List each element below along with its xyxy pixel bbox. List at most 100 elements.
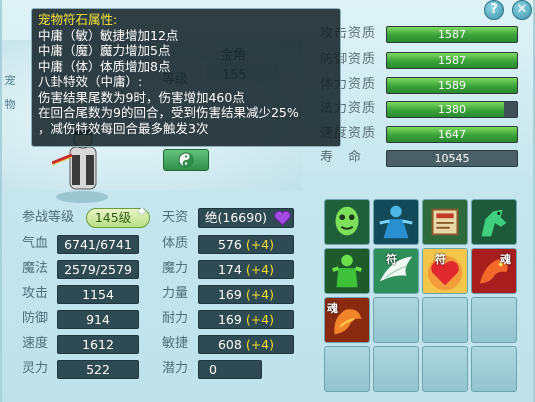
skill-slot[interactable] (422, 199, 468, 245)
close-button[interactable]: ✕ (512, 0, 532, 20)
skill-slot[interactable]: 魂 (324, 297, 370, 343)
magic-bonus: (+4) (245, 262, 275, 277)
wing-icon: ✦ (136, 204, 148, 220)
skill-slot[interactable] (373, 199, 419, 245)
agility-label: 敏捷 (162, 336, 189, 351)
green-ghost-skill-icon (325, 200, 369, 244)
aptitude-value: 1587 (438, 54, 466, 67)
agility-value: 608 (217, 337, 242, 352)
empty-skill-slot[interactable] (373, 346, 419, 392)
aptitude-value: 1589 (438, 79, 466, 92)
yin-yang-icon (178, 152, 194, 168)
pet-attribute-panel: 宠 物 金角 等级 155 ? ✕ 攻击资质 1587 防御资质 1587 体力… (0, 0, 535, 402)
skill-mark: 魂 (500, 253, 511, 266)
green-horse-skill-icon (472, 200, 516, 244)
spirit-value: 522 (57, 360, 139, 379)
constitution-value: 576 (217, 237, 242, 252)
tooltip-effect-1: 伤害结果尾数为9时，伤害增加460点 (38, 89, 245, 105)
spirit-label: 灵力 (22, 361, 49, 376)
speed-value: 1612 (57, 335, 139, 354)
skill-grid: 符 符 魂 魂 (324, 199, 517, 394)
skill-slot[interactable] (324, 248, 370, 294)
heart-icon (274, 210, 291, 226)
aptitude-bar: 1589 (386, 77, 518, 94)
scroll-skill-icon (423, 200, 467, 244)
endurance-box: 169 (+4) (198, 310, 294, 329)
magic-label: 魔力 (162, 261, 189, 276)
aptitude-bar: 1587 (386, 52, 518, 69)
skill-slot[interactable] (471, 199, 517, 245)
rune-attribute-tooltip: 宠物符石属性: 中庸（敏）:敏捷增加12点 中庸（魔）:魔力增加5点 中庸（体）… (31, 8, 341, 147)
skill-slot[interactable]: 符 (422, 248, 468, 294)
mp-label: 魔法 (22, 261, 49, 276)
aptitude-bar: 1647 (386, 126, 518, 143)
aptitude-bar: 1380 (386, 101, 518, 118)
tooltip-effect-2: 在回合尾数为9的回合，受到伤害结果减少25% (38, 105, 299, 120)
strength-box: 169 (+4) (198, 285, 294, 304)
skill-mark: 魂 (327, 302, 338, 315)
help-button[interactable]: ? (484, 0, 504, 20)
tooltip-line-text: 体质增加8点 (100, 58, 171, 74)
magic-box: 174 (+4) (198, 260, 294, 279)
aptitude-value: 1647 (438, 128, 466, 141)
potential-value: 0 (198, 360, 262, 379)
tooltip-line-label: 中庸（敏）: (38, 27, 105, 43)
attack-label: 攻击 (22, 286, 49, 301)
talent-label: 天资 (162, 210, 189, 225)
aptitude-value: 1380 (438, 103, 466, 116)
mp-value: 2579/2579 (57, 260, 139, 279)
empty-skill-slot[interactable] (422, 346, 468, 392)
empty-skill-slot[interactable] (471, 297, 517, 343)
yin-yang-button[interactable] (163, 149, 209, 171)
skill-slot[interactable]: 符 (373, 248, 419, 294)
strength-bonus: (+4) (245, 287, 275, 302)
constitution-box: 576 (+4) (198, 235, 294, 254)
skill-mark: 符 (435, 253, 446, 266)
life-label: 寿 命 (320, 150, 363, 165)
attack-value: 1154 (57, 285, 139, 304)
strength-label: 力量 (162, 286, 189, 301)
aptitude-row-mana: 法力资质 1380 (320, 99, 520, 119)
tooltip-line-label: 中庸（魔）: (38, 43, 105, 58)
tooltip-effect-header: 八卦特效（中庸）: (38, 74, 143, 89)
aptitude-value: 1587 (438, 28, 466, 41)
battle-level-label: 参战等级 (22, 210, 75, 225)
tooltip-line-text: 敏捷增加12点 (100, 27, 179, 43)
aptitude-bar: 1587 (386, 26, 518, 43)
tooltip-line-label: 中庸（体）: (38, 58, 105, 74)
magic-value: 174 (217, 262, 242, 277)
blue-figure-skill-icon (374, 200, 418, 244)
endurance-value: 169 (217, 312, 242, 327)
skill-mark: 符 (386, 253, 397, 266)
aptitude-row-speed: 速度资质 1647 (320, 124, 520, 144)
side-tag-1: 宠 (4, 74, 16, 87)
life-value: 10545 (434, 152, 470, 165)
constitution-label: 体质 (162, 236, 189, 251)
tooltip-line: 中庸（魔）:魔力增加5点 (38, 43, 334, 59)
hp-value: 6741/6741 (57, 235, 139, 254)
tooltip-line-text: 魔力增加5点 (100, 43, 171, 58)
hp-label: 气血 (22, 236, 49, 251)
empty-skill-slot[interactable] (324, 346, 370, 392)
aptitude-row-defense: 防御资质 1587 (320, 50, 520, 70)
skill-slot[interactable] (324, 199, 370, 245)
strength-value: 169 (217, 287, 242, 302)
empty-skill-slot[interactable] (373, 297, 419, 343)
empty-skill-slot[interactable] (422, 297, 468, 343)
potential-label: 潜力 (162, 361, 189, 376)
constitution-bonus: (+4) (245, 237, 275, 252)
green-warrior-skill-icon (325, 249, 369, 293)
life-bar: 10545 (386, 150, 518, 167)
speed-label: 速度 (22, 336, 49, 351)
tooltip-line: 中庸（敏）:敏捷增加12点 (38, 28, 334, 44)
tooltip-effect-3: ，减伤特效每回合最多触发3次 (38, 120, 209, 136)
tooltip-title: 宠物符石属性: (38, 12, 118, 27)
skill-slot[interactable]: 魂 (471, 248, 517, 294)
defense-value: 914 (57, 310, 139, 329)
agility-box: 608 (+4) (198, 335, 294, 354)
agility-bonus: (+4) (245, 337, 275, 352)
side-tag-2: 物 (4, 98, 16, 111)
aptitude-row-attack: 攻击资质 1587 (320, 24, 520, 44)
empty-skill-slot[interactable] (471, 346, 517, 392)
defense-label: 防御 (22, 311, 49, 326)
